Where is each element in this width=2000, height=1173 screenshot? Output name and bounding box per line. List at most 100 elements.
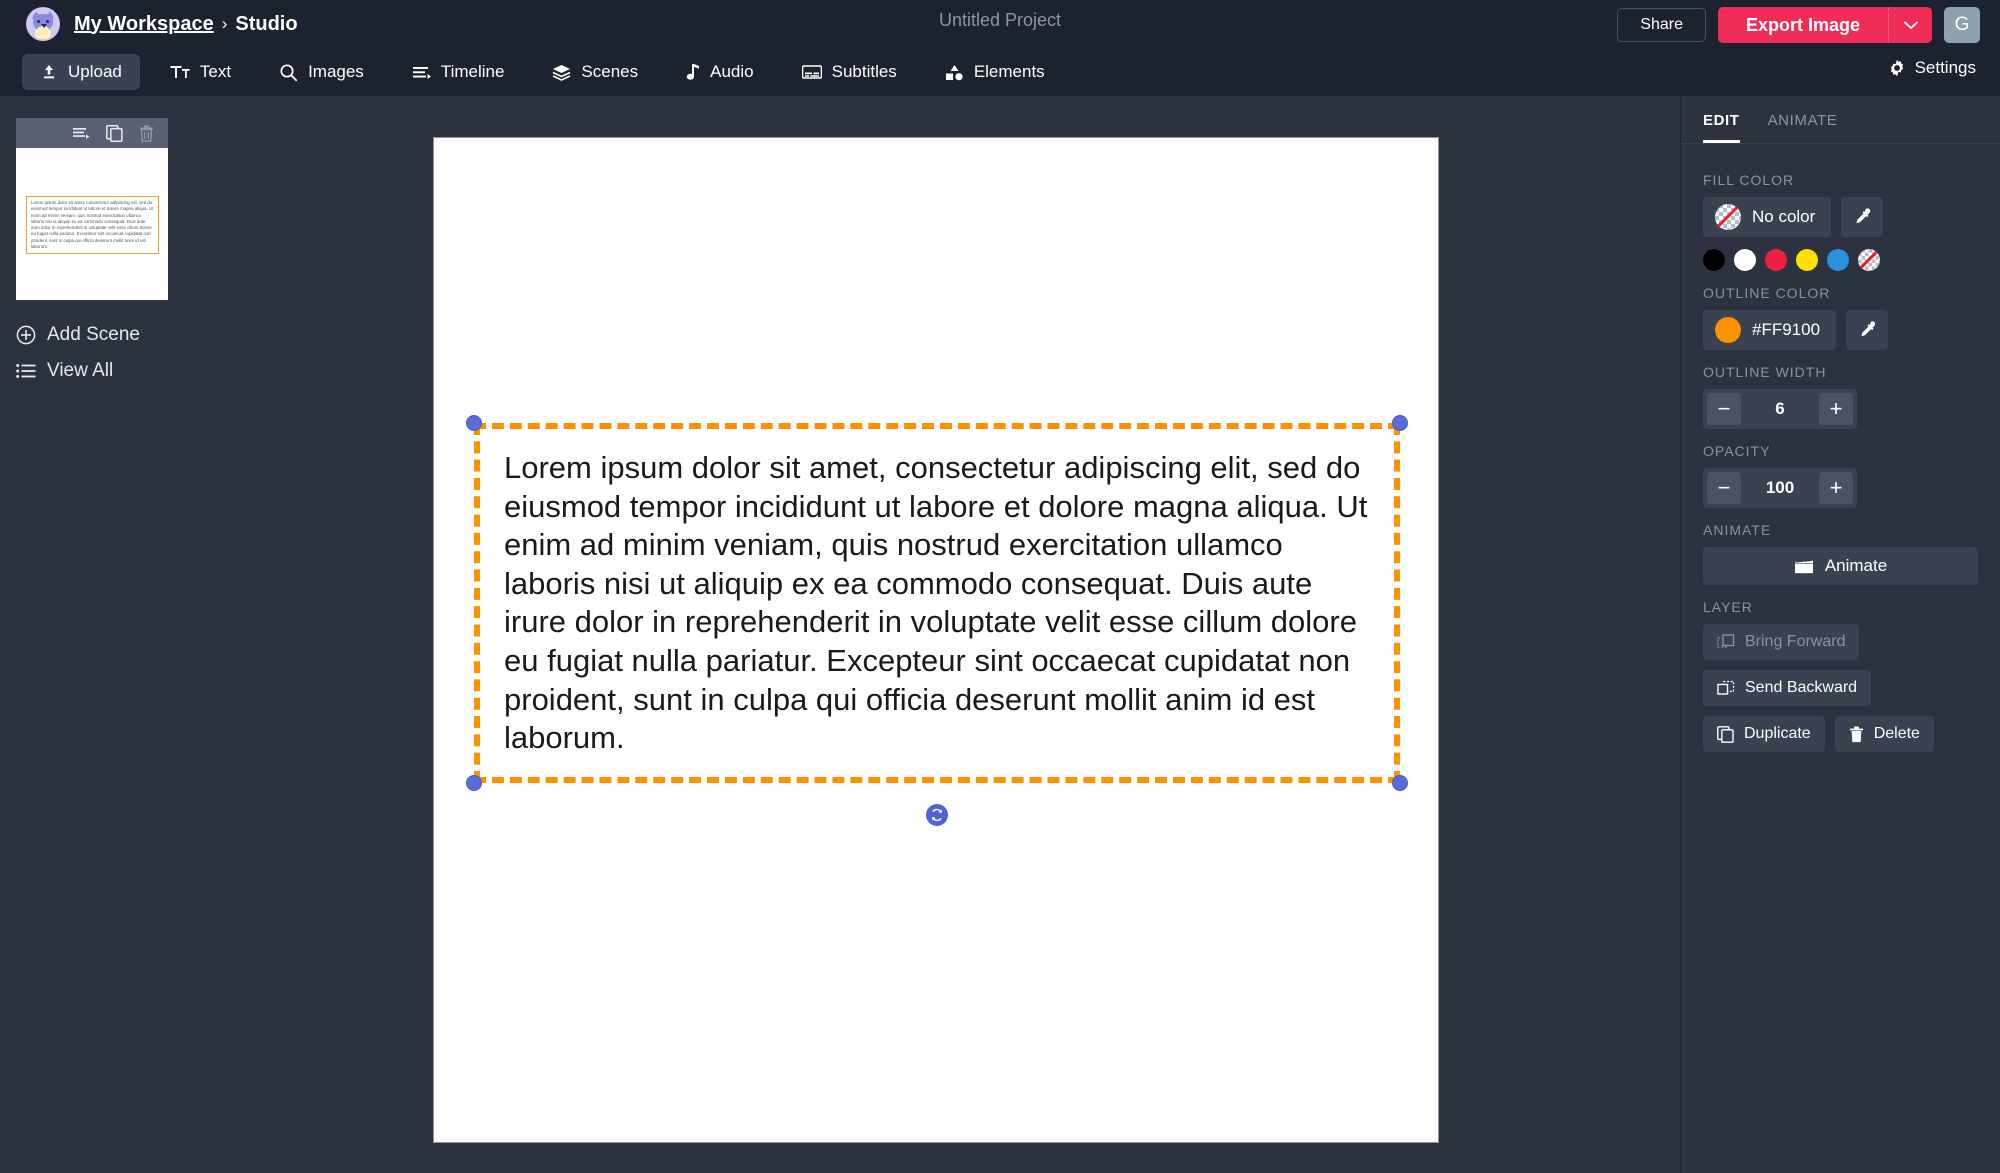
tab-elements[interactable]: Elements: [927, 54, 1063, 90]
plus-circle-icon: [16, 325, 36, 345]
selected-textbox[interactable]: Lorem ipsum dolor sit amet, consectetur …: [474, 423, 1400, 783]
opacity-value[interactable]: 100: [1741, 478, 1819, 498]
settings-button[interactable]: Settings: [1888, 58, 1976, 78]
palette-swatch-transparent[interactable]: [1858, 249, 1880, 271]
upload-icon: [40, 63, 58, 81]
resize-handle-bottom-left[interactable]: [466, 775, 482, 791]
bring-forward-label: Bring Forward: [1745, 633, 1845, 651]
tab-animate[interactable]: ANIMATE: [1768, 112, 1838, 143]
trash-icon[interactable]: [139, 125, 154, 142]
breadcrumb-separator: ›: [222, 14, 228, 34]
duplicate-icon: [1717, 726, 1734, 743]
fill-eyedropper-icon[interactable]: [1841, 197, 1883, 237]
settings-label: Settings: [1915, 58, 1976, 78]
resize-handle-bottom-right[interactable]: [1392, 775, 1408, 791]
tab-timeline[interactable]: Timeline: [394, 54, 523, 90]
animate-button[interactable]: Animate: [1703, 547, 1978, 585]
duplicate-icon[interactable]: [106, 125, 123, 142]
properties-tabs: EDIT ANIMATE: [1681, 96, 2000, 143]
tab-images[interactable]: Images: [261, 54, 382, 90]
tab-scenes[interactable]: Scenes: [534, 54, 656, 90]
shapes-icon: [945, 63, 964, 81]
outline-width-label: OUTLINE WIDTH: [1703, 364, 1978, 380]
palette-swatch-black[interactable]: [1703, 249, 1725, 271]
palette-swatch-white[interactable]: [1734, 249, 1756, 271]
export-image-button[interactable]: Export Image: [1718, 7, 1888, 43]
tab-upload[interactable]: Upload: [22, 54, 140, 90]
properties-body: FILL COLOR No color OUTLINE COLOR: [1681, 144, 2000, 762]
outline-width-increment[interactable]: +: [1819, 393, 1853, 425]
duplicate-button[interactable]: Duplicate: [1703, 716, 1825, 752]
opacity-label: OPACITY: [1703, 443, 1978, 459]
tab-timeline-label: Timeline: [441, 62, 505, 82]
music-note-icon: [686, 63, 700, 81]
view-all-label: View All: [47, 360, 113, 382]
animate-button-label: Animate: [1825, 556, 1887, 576]
outline-eyedropper-icon[interactable]: [1846, 310, 1888, 350]
delete-button[interactable]: Delete: [1835, 716, 1934, 752]
tab-text[interactable]: Text: [152, 54, 249, 90]
app-root: My Workspace › Studio Untitled Project S…: [0, 0, 2000, 1173]
layers-icon: [552, 63, 571, 82]
properties-panel: EDIT ANIMATE FILL COLOR No color: [1680, 96, 2000, 1173]
export-button-group: Export Image: [1718, 7, 1932, 43]
tab-audio[interactable]: Audio: [668, 54, 771, 90]
outline-width-stepper: − 6 +: [1703, 389, 1857, 429]
tab-subtitles-label: Subtitles: [832, 62, 897, 82]
share-button[interactable]: Share: [1617, 8, 1706, 42]
tab-subtitles[interactable]: Subtitles: [784, 54, 915, 90]
view-all-button[interactable]: View All: [16, 360, 180, 382]
opacity-increment[interactable]: +: [1819, 472, 1853, 504]
opacity-decrement[interactable]: −: [1707, 472, 1741, 504]
trash-icon: [1849, 726, 1864, 743]
google-drive-button[interactable]: G: [1944, 7, 1980, 43]
palette-swatch-blue[interactable]: [1827, 249, 1849, 271]
tab-audio-label: Audio: [710, 62, 753, 82]
subtitles-icon: [802, 64, 822, 80]
send-backward-button[interactable]: Send Backward: [1703, 670, 1871, 706]
tab-images-label: Images: [308, 62, 364, 82]
canvas-stage: Lorem ipsum dolor sit amet, consectetur …: [180, 96, 1680, 1173]
add-scene-button[interactable]: Add Scene: [16, 324, 180, 346]
breadcrumb-current: Studio: [235, 13, 297, 36]
gear-icon: [1888, 59, 1906, 77]
timeline-icon: [412, 64, 431, 81]
outline-width-value[interactable]: 6: [1741, 399, 1819, 419]
scene-thumbnail-toolbar: [16, 118, 168, 148]
clapperboard-icon: [1794, 558, 1814, 575]
top-bar: My Workspace › Studio Untitled Project S…: [0, 0, 2000, 48]
resize-handle-top-left[interactable]: [466, 415, 482, 431]
outline-color-swatch: [1715, 317, 1741, 343]
avatar[interactable]: [26, 7, 60, 41]
resize-handle-top-right[interactable]: [1392, 415, 1408, 431]
scene-thumbnail-canvas[interactable]: Lorem ipsum dolor sit amet, consectetur …: [16, 148, 168, 300]
scenes-sidebar: Lorem ipsum dolor sit amet, consectetur …: [0, 96, 180, 1173]
fill-color-value: No color: [1752, 207, 1815, 227]
editor-canvas[interactable]: Lorem ipsum dolor sit amet, consectetur …: [434, 138, 1438, 1142]
search-icon: [279, 63, 298, 82]
scene-thumbnail[interactable]: Lorem ipsum dolor sit amet, consectetur …: [16, 118, 168, 300]
text-icon: [170, 63, 190, 81]
palette-swatch-red[interactable]: [1765, 249, 1787, 271]
tab-text-label: Text: [200, 62, 231, 82]
duplicate-label: Duplicate: [1744, 725, 1811, 743]
outline-color-field[interactable]: #FF9100: [1703, 310, 1836, 350]
layer-label: LAYER: [1703, 599, 1978, 615]
textbox-content[interactable]: Lorem ipsum dolor sit amet, consectetur …: [504, 449, 1378, 758]
breadcrumb-workspace[interactable]: My Workspace: [74, 13, 214, 36]
palette-swatch-yellow[interactable]: [1796, 249, 1818, 271]
fill-color-field[interactable]: No color: [1703, 197, 1831, 237]
delete-label: Delete: [1874, 725, 1920, 743]
outline-width-decrement[interactable]: −: [1707, 393, 1741, 425]
list-icon: [16, 363, 36, 379]
rotate-icon[interactable]: [926, 804, 948, 826]
layer-action-row: Duplicate Delete: [1703, 716, 1978, 762]
main-tab-bar: Upload Text Images Timeline Scenes: [0, 48, 2000, 96]
fill-color-palette: [1703, 249, 1978, 271]
bring-forward-button[interactable]: Bring Forward: [1703, 624, 1859, 660]
tab-edit[interactable]: EDIT: [1703, 112, 1740, 143]
chevron-down-icon[interactable]: [1888, 7, 1932, 43]
outline-color-row: #FF9100: [1703, 310, 1978, 350]
outline-color-value: #FF9100: [1752, 320, 1820, 340]
reorder-icon[interactable]: [73, 126, 90, 141]
